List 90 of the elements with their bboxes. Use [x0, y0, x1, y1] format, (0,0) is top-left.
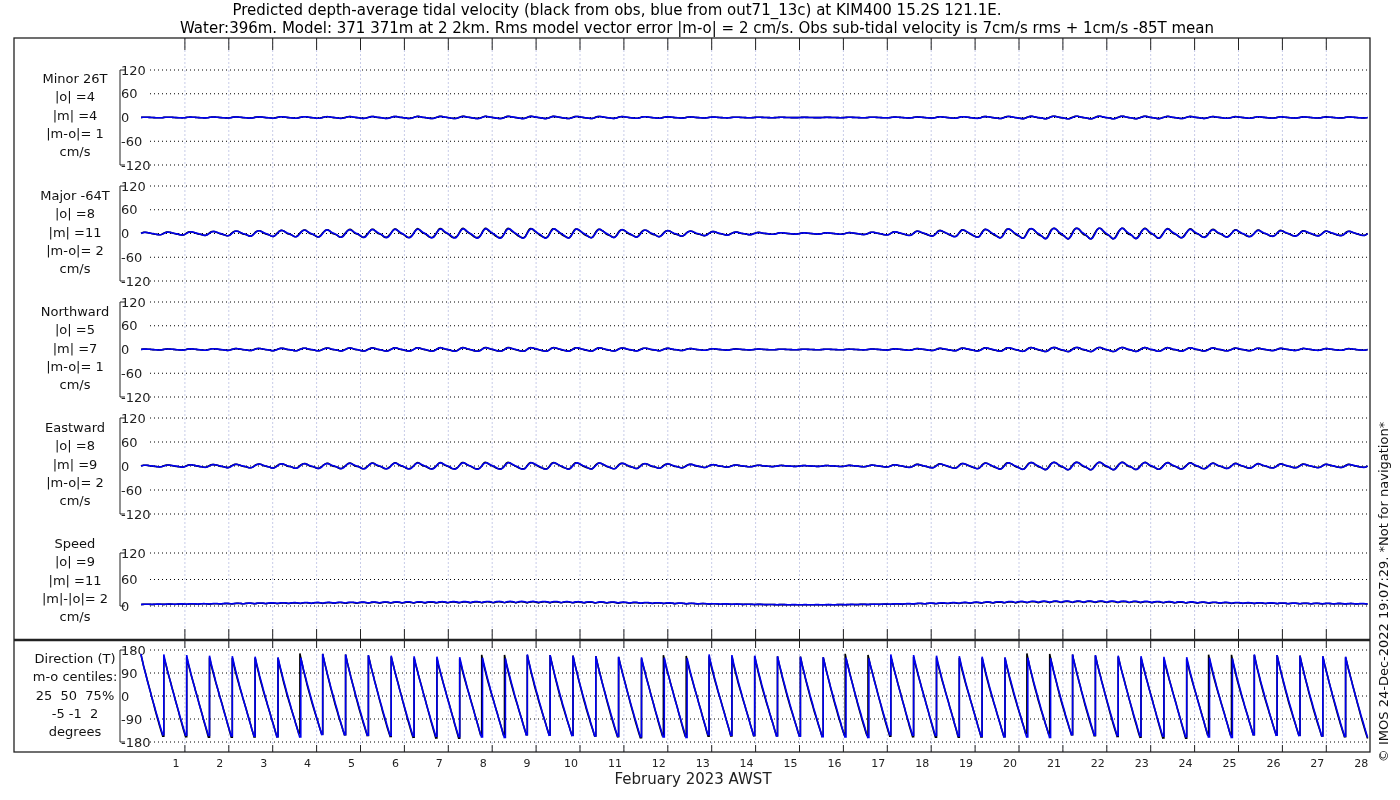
panel-label: Speed: [54, 536, 96, 551]
panel-label: |o| =8: [55, 438, 95, 454]
axis-tick-label: -60: [121, 482, 143, 498]
panel-label: Northward: [40, 304, 110, 319]
copyright-note: © IMOS 24-Dec-2022 19:07:29. *Not for navigation*: [1376, 421, 1391, 763]
axis-tick-label: 18: [915, 757, 930, 770]
panel-label: Major -64T: [40, 188, 110, 203]
panel-label: |m-o|= 2: [46, 242, 104, 258]
axis-tick-label: 0: [121, 458, 130, 474]
axis-tick-label: 7: [435, 757, 443, 770]
axis-tick-label: 0: [121, 688, 130, 704]
panel-label: |m| =4: [52, 107, 98, 123]
panel-label: cm/s: [59, 493, 91, 509]
axis-tick-label: 0: [121, 598, 130, 614]
axis-tick-label: 120: [121, 178, 146, 194]
axis-tick-label: 14: [739, 757, 754, 770]
panel-label: |o| =5: [55, 322, 95, 338]
chart-title: Water:396m. Model: 371 371m at 2 2km. Rms model vector error |m-o| = 2 cm/s. Obs sub-tidal velocity is 7cm/s rms + 1cm/s -85T mean: [180, 19, 1214, 37]
axis-tick-label: -60: [121, 249, 143, 265]
axis-tick-label: -120: [121, 157, 151, 173]
panel-label: m-o centiles:: [32, 669, 118, 685]
axis-tick-label: 22: [1090, 757, 1105, 770]
panel-label: cm/s: [59, 144, 91, 160]
panel-label: Minor 26T: [42, 71, 108, 86]
axis-tick-label: -120: [121, 506, 151, 522]
axis-tick-label: 24: [1178, 757, 1193, 770]
panel-label: -5 -1 2: [51, 705, 99, 721]
panel-label: 25 50 75%: [35, 687, 115, 703]
axis-tick-label: 60: [121, 318, 138, 334]
axis-tick-label: -120: [121, 273, 151, 289]
panel-label: |o| =8: [55, 206, 95, 222]
panel-label: cm/s: [59, 609, 91, 625]
panel-label: cm/s: [59, 377, 91, 393]
axis-tick-label: -120: [121, 389, 151, 405]
axis-tick-label: 27: [1310, 757, 1325, 770]
axis-tick-label: 0: [121, 110, 130, 125]
axis-tick-label: 20: [1003, 757, 1017, 770]
axis-tick-label: 16: [827, 757, 842, 770]
axis-tick-label: 11: [607, 757, 622, 770]
panel-label: |m-o|= 2: [46, 474, 104, 490]
axis-tick-label: 9: [523, 757, 531, 770]
axis-tick-label: 10: [564, 757, 578, 770]
axis-tick-label: 3: [260, 757, 268, 770]
panel-label: Direction (T): [34, 651, 116, 666]
axis-tick-label: 120: [121, 294, 146, 310]
panel-label: |o| =9: [55, 554, 95, 570]
axis-tick-label: 120: [121, 410, 146, 426]
axis-tick-label: 5: [348, 757, 355, 770]
panel-label: cm/s: [59, 261, 91, 277]
axis-tick-label: 15: [783, 757, 798, 770]
axis-tick-label: 13: [695, 757, 710, 770]
axis-tick-label: 12: [651, 757, 666, 770]
panel-label: |m| =11: [48, 224, 102, 240]
axis-tick-label: -60: [121, 133, 143, 149]
axis-tick-label: 0: [121, 226, 130, 241]
axis-tick-label: 90: [121, 665, 138, 681]
axis-tick-label: -180: [121, 734, 151, 750]
axis-tick-label: 26: [1266, 757, 1281, 770]
axis-tick-label: 1: [172, 757, 180, 770]
axis-tick-label: 4: [304, 757, 312, 770]
panel-label: Eastward: [45, 420, 105, 435]
axis-tick-label: -60: [121, 365, 143, 381]
panel-label: |m| =9: [52, 456, 98, 472]
panel-label: |m-o|= 1: [46, 358, 104, 374]
axis-tick-label: 120: [121, 62, 146, 78]
axis-title: February 2023 AWST: [614, 770, 772, 788]
panel-label: |o| =4: [55, 89, 95, 105]
panel-label: |m| =7: [52, 340, 98, 356]
axis-tick-label: 28: [1354, 757, 1369, 770]
axis-tick-label: 60: [121, 572, 138, 587]
axis-tick-label: 8: [479, 757, 487, 770]
axis-tick-label: 60: [121, 434, 138, 450]
axis-tick-label: -90: [121, 711, 143, 727]
chart-title: Predicted depth-average tidal velocity (black from obs, blue from out71_13c) at KIM400 15.2S 121.1E.: [232, 1, 1002, 19]
panel-label: |m-o|= 1: [46, 125, 104, 141]
axis-tick-label: 23: [1134, 757, 1149, 770]
axis-tick-label: 180: [121, 642, 146, 658]
axis-tick-label: 120: [121, 545, 146, 561]
axis-tick-label: 17: [871, 757, 886, 770]
panel-label: |m|-|o|= 2: [41, 590, 109, 606]
axis-tick-label: 0: [121, 342, 130, 357]
axis-tick-label: 25: [1222, 757, 1237, 770]
panel-label: |m| =11: [48, 572, 102, 588]
axis-tick-label: 2: [216, 757, 224, 770]
axis-tick-label: 21: [1046, 757, 1061, 770]
axis-tick-label: 6: [391, 757, 399, 770]
axis-tick-label: 19: [959, 757, 974, 770]
axis-tick-label: 60: [121, 202, 138, 218]
panel-label: degrees: [48, 724, 102, 740]
axis-tick-label: 60: [121, 86, 138, 102]
